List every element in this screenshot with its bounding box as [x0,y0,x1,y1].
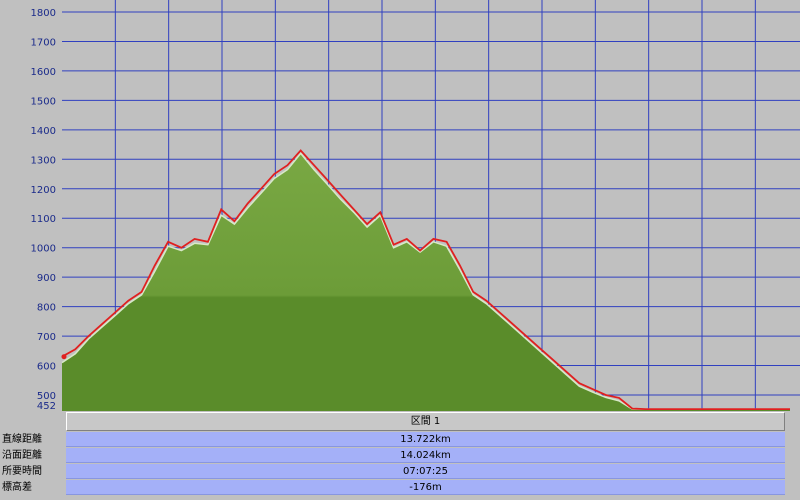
y-tick-label: 1200 [31,185,56,196]
start-point-marker [61,354,67,360]
row-surface-distance: 沿面距離 14.024km [0,448,800,463]
row-value: 13.722km [66,432,785,447]
summary-table: 区間 1 直線距離 13.722km 沿面距離 14.024km 所要時間 07… [0,411,800,500]
y-tick-label: 1300 [31,155,56,166]
row-value: 14.024km [66,448,785,463]
y-tick-label: 1800 [31,8,56,19]
row-value: 07:07:25 [66,464,785,479]
y-tick-label: 1400 [31,126,56,137]
y-tick-label: 1600 [31,67,56,78]
elevation-chart: 5006007008009001000110012001300140015001… [0,0,800,411]
section-header[interactable]: 区間 1 [66,412,785,431]
y-tick-label: 700 [37,332,56,343]
row-duration: 所要時間 07:07:25 [0,464,800,479]
y-tick-label: 1500 [31,96,56,107]
row-label: 標高差 [2,482,32,493]
row-label: 所要時間 [2,466,42,477]
y-tick-label: 1700 [31,37,56,48]
row-label: 沿面距離 [2,450,42,461]
row-elevation-diff: 標高差 -176m [0,480,800,495]
y-min-label: 452 [37,401,56,411]
row-label: 直線距離 [2,434,42,445]
y-tick-label: 1100 [31,214,56,225]
y-tick-label: 600 [37,362,56,373]
row-value: -176m [66,480,785,495]
y-tick-label: 900 [37,273,56,284]
y-tick-label: 800 [37,303,56,314]
y-tick-label: 1000 [31,244,56,255]
row-straight-distance: 直線距離 13.722km [0,432,800,447]
